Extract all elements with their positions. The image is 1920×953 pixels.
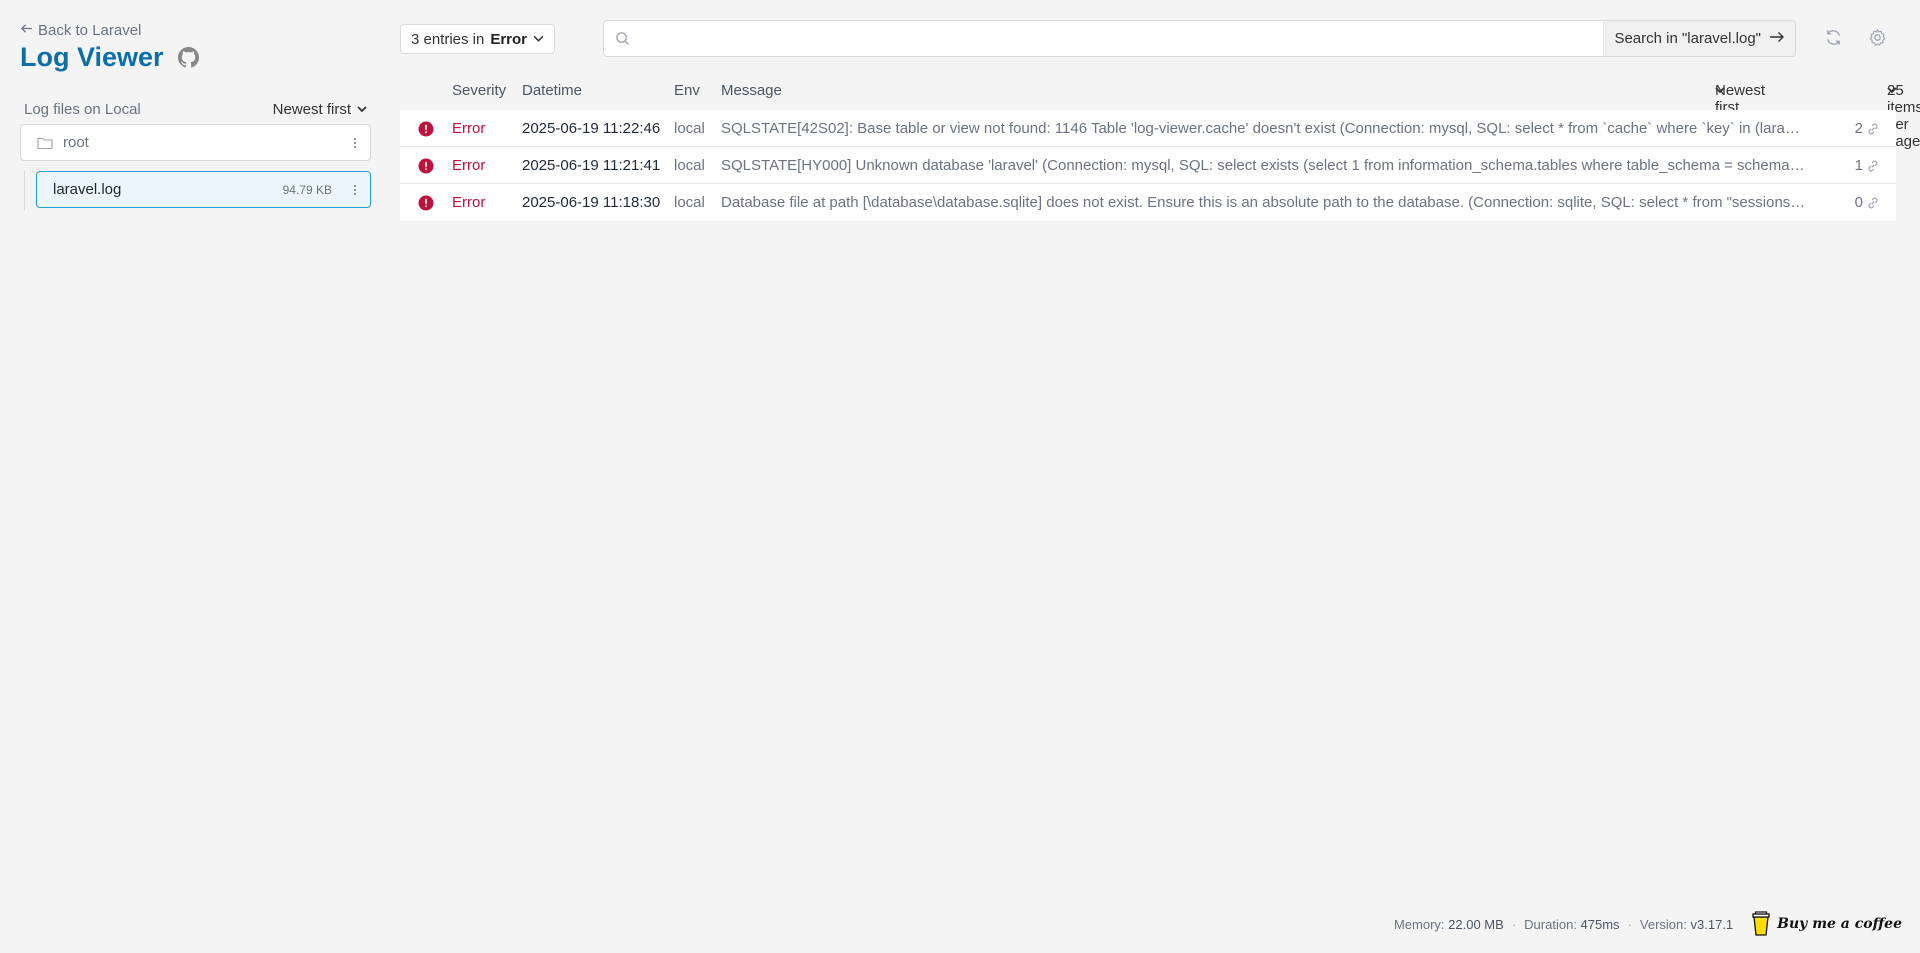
files-sort-dropdown[interactable]: Newest first: [273, 101, 367, 118]
row-severity: Error: [452, 156, 486, 174]
filter-level: Error: [490, 30, 528, 48]
header-message: Message: [721, 82, 782, 99]
folder-name: root: [63, 134, 89, 151]
row-index: 0: [1854, 194, 1863, 211]
chevron-down-icon: [533, 31, 544, 48]
main-panel: 3 entries in Error Search in "laravel.lo…: [400, 0, 1920, 953]
search-input[interactable]: [640, 21, 1604, 56]
link-icon[interactable]: [1866, 159, 1880, 173]
row-env: local: [674, 194, 705, 211]
arrow-right-icon: [1769, 30, 1785, 47]
error-circle-icon: [418, 121, 434, 137]
kebab-icon[interactable]: [350, 184, 360, 195]
folder-icon: [37, 136, 53, 150]
topbar: 3 entries in Error Search in "laravel.lo…: [400, 20, 1896, 58]
row-env: local: [674, 119, 705, 137]
error-circle-icon: [418, 195, 434, 211]
memory-stat: Memory: 22.00 MB: [1394, 917, 1504, 932]
row-datetime: 2025-06-19 11:21:41: [522, 156, 661, 174]
app-title: Log Viewer: [20, 42, 164, 72]
coffee-label: Buy me a coffee: [1777, 916, 1902, 932]
row-datetime: 2025-06-19 11:18:30: [522, 194, 661, 211]
duration-stat: Duration: 475ms: [1524, 917, 1619, 932]
row-message: Database file at path [\database\databas…: [721, 194, 1806, 211]
chevron-down-icon: [357, 101, 367, 118]
version-label: Version:: [1639, 916, 1687, 932]
files-header: Log files on Local Newest first: [20, 101, 371, 118]
row-env: local: [674, 156, 705, 174]
refresh-icon[interactable]: [1824, 28, 1843, 47]
tree-line: [24, 171, 25, 211]
coffee-cup-icon: [1751, 911, 1771, 937]
file-tree: laravel.log 94.79 KB: [20, 171, 371, 211]
search-bar: Search in "laravel.log": [603, 20, 1796, 57]
files-sort-label: Newest first: [272, 101, 351, 118]
duration-value: 475ms: [1580, 916, 1620, 932]
separator: ·: [1511, 916, 1517, 932]
link-icon[interactable]: [1866, 196, 1880, 210]
duration-label: Duration:: [1524, 916, 1577, 932]
sidebar: Back to Laravel Log Viewer Log files on …: [0, 0, 395, 953]
back-link[interactable]: Back to Laravel: [20, 22, 371, 39]
version-value: v3.17.1: [1690, 916, 1734, 932]
table-header: Severity Datetime Env Message Newest fir…: [400, 82, 1920, 150]
folder-root[interactable]: root: [20, 124, 371, 161]
search-button-label: Search in "laravel.log": [1614, 30, 1761, 47]
row-severity: Error: [452, 119, 486, 137]
file-size: 94.79 KB: [282, 182, 332, 197]
gear-icon[interactable]: [1868, 28, 1887, 47]
search-icon: [604, 31, 640, 46]
back-link-label: Back to Laravel: [38, 22, 142, 39]
arrow-left-icon: [20, 22, 33, 39]
filter-prefix: 3 entries in: [410, 30, 485, 48]
memory-value: 22.00 MB: [1448, 916, 1504, 932]
header-env: Env: [674, 82, 700, 99]
row-index: 1: [1854, 156, 1863, 174]
error-circle-icon: [418, 158, 434, 174]
header-datetime: Datetime: [522, 82, 583, 99]
chevron-down-icon: [1887, 82, 1897, 99]
kebab-icon[interactable]: [350, 137, 360, 148]
version-stat: Version: v3.17.1: [1640, 917, 1733, 932]
row-index: 2: [1854, 119, 1863, 137]
file-name: laravel.log: [53, 181, 122, 198]
footer: Memory: 22.00 MB · Duration: 475ms · Ver…: [1394, 911, 1902, 937]
header-severity: Severity: [452, 82, 507, 99]
table-row[interactable]: Error 2025-06-19 11:21:41 local SQLSTATE…: [400, 147, 1896, 184]
table-row[interactable]: Error 2025-06-19 11:18:30 local Database…: [400, 184, 1896, 221]
separator: ·: [1627, 916, 1632, 932]
log-table: Error 2025-06-19 11:22:46 local SQLSTATE…: [400, 110, 1896, 221]
title-row: Log Viewer: [20, 42, 371, 73]
file-item-laravel-log[interactable]: laravel.log 94.79 KB: [36, 171, 371, 208]
severity-filter-button[interactable]: 3 entries in Error: [400, 24, 555, 54]
buy-me-a-coffee-link[interactable]: Buy me a coffee: [1751, 911, 1902, 937]
link-icon[interactable]: [1866, 122, 1880, 136]
row-message: SQLSTATE[HY000] Unknown database 'larave…: [721, 156, 1806, 174]
search-button[interactable]: Search in "laravel.log": [1603, 21, 1795, 56]
chevron-down-icon: [1715, 82, 1725, 99]
github-icon[interactable]: [177, 47, 199, 68]
row-severity: Error: [452, 194, 486, 211]
row-datetime: 2025-06-19 11:22:46: [522, 119, 661, 137]
memory-label: Memory:: [1393, 916, 1445, 932]
files-label: Log files on Local: [24, 101, 141, 118]
table-row[interactable]: Error 2025-06-19 11:22:46 local SQLSTATE…: [400, 110, 1896, 147]
row-message: SQLSTATE[42S02]: Base table or view not …: [721, 119, 1806, 137]
